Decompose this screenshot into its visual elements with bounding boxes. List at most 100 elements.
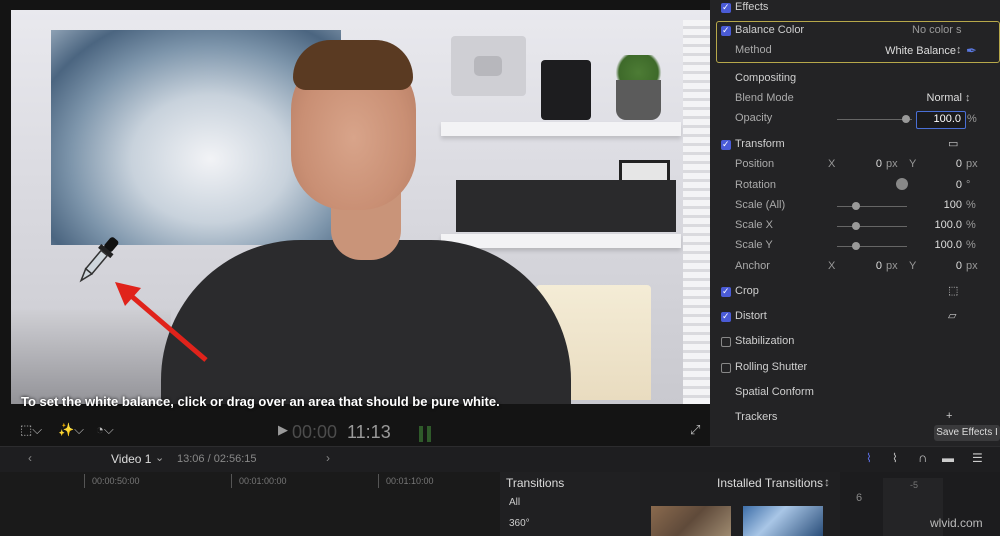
stabilization-checkbox[interactable]	[721, 337, 731, 347]
blend-mode-row[interactable]: Blend Mode Normal ↕	[712, 91, 1000, 111]
save-effects-button[interactable]: Save Effects I	[934, 425, 1000, 441]
scale-y-row[interactable]: Scale Y 100.0 %	[712, 238, 1000, 258]
timecode-display: 11:13	[347, 422, 391, 442]
anchor-x-value[interactable]: 0	[842, 260, 882, 272]
rolling-shutter-checkbox[interactable]	[721, 363, 731, 373]
effects-checkbox[interactable]	[721, 2, 731, 13]
crop-label: Crop	[735, 285, 759, 297]
anchor-y-unit: px	[966, 260, 978, 272]
rotation-value[interactable]: 0	[922, 179, 962, 191]
back-arrow-icon[interactable]: ‹	[28, 451, 32, 465]
tick-mark	[378, 474, 379, 488]
enhance-wand-icon[interactable]: ✨⌵	[58, 422, 84, 438]
snapping-icon[interactable]: ▬	[942, 451, 954, 465]
meter-scale-label: 6	[856, 492, 863, 504]
scale-y-knob[interactable]	[852, 242, 860, 250]
timeline-tick: 00:01:00:00	[239, 476, 287, 486]
balance-color-value: No color s	[912, 24, 962, 36]
scale-x-slider[interactable]	[837, 226, 907, 227]
rolling-shutter-label: Rolling Shutter	[735, 361, 808, 373]
compositing-header[interactable]: Compositing	[712, 71, 1000, 91]
transform-checkbox[interactable]	[721, 139, 731, 150]
installed-transitions-dropdown[interactable]: Installed Transitions	[717, 476, 823, 490]
crop-checkbox[interactable]	[721, 286, 731, 297]
position-y-value[interactable]: 0	[922, 158, 962, 170]
opacity-slider-knob[interactable]	[902, 115, 910, 123]
opacity-value: 100.0	[933, 113, 961, 125]
plant-pot	[616, 80, 661, 120]
rotation-row[interactable]: Rotation 0 °	[712, 178, 1000, 198]
fullscreen-icon[interactable]: ⤢	[690, 422, 700, 438]
project-name[interactable]: Video 1	[111, 452, 151, 466]
scale-all-knob[interactable]	[852, 202, 860, 210]
position-x-unit: px	[886, 158, 898, 170]
chevron-down-icon[interactable]: ⌄	[155, 451, 164, 464]
transform-onscreen-icon[interactable]: ▭	[948, 137, 958, 150]
crop-onscreen-icon[interactable]: ⬚	[948, 284, 958, 297]
category-item[interactable]: All	[509, 497, 520, 508]
effects-header[interactable]: Effects	[712, 0, 1000, 20]
scale-all-slider[interactable]	[837, 206, 907, 207]
trackers-header[interactable]: Trackers +	[712, 410, 1000, 422]
forward-arrow-icon[interactable]: ›	[326, 451, 330, 465]
trackers-label: Trackers	[735, 411, 778, 422]
eyedropper-button-icon[interactable]: ✒	[966, 43, 977, 59]
stabilization-header[interactable]: Stabilization	[712, 334, 1000, 354]
transition-thumbnail[interactable]	[743, 506, 823, 536]
position-x-value[interactable]: 0	[842, 158, 882, 170]
add-tracker-icon[interactable]: +	[946, 410, 952, 422]
position-y-axis: Y	[909, 158, 917, 170]
crop-header[interactable]: Crop ⬚	[712, 284, 1000, 304]
rotation-dial-icon[interactable]	[896, 178, 908, 190]
balance-color-row[interactable]: Balance Color No color s	[712, 23, 1000, 43]
watermark: wlvid.com	[930, 516, 983, 530]
speed-gauge-icon[interactable]: ◔⌵	[96, 422, 114, 438]
distort-onscreen-icon[interactable]: ▱	[948, 309, 956, 322]
category-item[interactable]: 360°	[509, 518, 530, 529]
window-blinds	[683, 20, 710, 404]
transform-header[interactable]: Transform ▭	[712, 137, 1000, 157]
scale-x-knob[interactable]	[852, 222, 860, 230]
method-row[interactable]: Method White Balance ↕ ✒	[712, 43, 1000, 63]
scale-all-value[interactable]: 100	[922, 199, 962, 211]
distort-header[interactable]: Distort ▱	[712, 309, 1000, 329]
spatial-conform-header[interactable]: Spatial Conform	[712, 385, 1000, 405]
balance-color-checkbox[interactable]	[721, 25, 731, 36]
scale-x-value[interactable]: 100.0	[912, 219, 962, 231]
scale-x-row[interactable]: Scale X 100.0 %	[712, 218, 1000, 238]
skimming-icon[interactable]: ⌇	[892, 451, 898, 465]
opacity-slider[interactable]	[837, 119, 912, 120]
anchor-row[interactable]: Anchor X 0 px Y 0 px	[712, 259, 1000, 279]
headphones-icon[interactable]: ∩	[918, 450, 927, 465]
distort-label: Distort	[735, 310, 767, 322]
transform-tool-icon[interactable]: ⬚⌵	[20, 422, 42, 438]
timecode-leading: 00:00	[292, 422, 338, 442]
method-dropdown[interactable]: White Balance	[862, 45, 956, 57]
rolling-shutter-header[interactable]: Rolling Shutter	[712, 360, 1000, 380]
play-icon	[474, 56, 502, 76]
transition-thumbnail[interactable]	[651, 506, 731, 536]
position-row[interactable]: Position X 0 px Y 0 px	[712, 157, 1000, 177]
transform-label: Transform	[735, 138, 785, 150]
position-x-axis: X	[828, 158, 836, 170]
tick-mark	[231, 474, 232, 488]
audio-waveform-icon[interactable]: ⌇	[866, 451, 872, 465]
rotation-label: Rotation	[735, 179, 776, 191]
clip-appearance-icon[interactable]: ☰	[972, 451, 983, 465]
video-frame[interactable]	[11, 10, 710, 404]
spatial-conform-label: Spatial Conform	[735, 386, 814, 398]
scale-all-unit: %	[966, 199, 976, 211]
blend-mode-dropdown[interactable]: Normal	[912, 92, 962, 104]
stabilization-label: Stabilization	[735, 335, 795, 347]
play-button[interactable]: ▶	[278, 422, 288, 438]
distort-checkbox[interactable]	[721, 311, 731, 322]
opacity-unit: %	[967, 113, 977, 125]
timeline-tick: 00:00:50:00	[92, 476, 140, 486]
scale-y-value[interactable]: 100.0	[912, 239, 962, 251]
position-label: Position	[735, 158, 775, 170]
scale-all-row[interactable]: Scale (All) 100 %	[712, 198, 1000, 218]
scale-y-slider[interactable]	[837, 246, 907, 247]
shelf-upper	[441, 122, 681, 136]
anchor-label: Anchor	[735, 260, 770, 272]
anchor-y-value[interactable]: 0	[922, 260, 962, 272]
